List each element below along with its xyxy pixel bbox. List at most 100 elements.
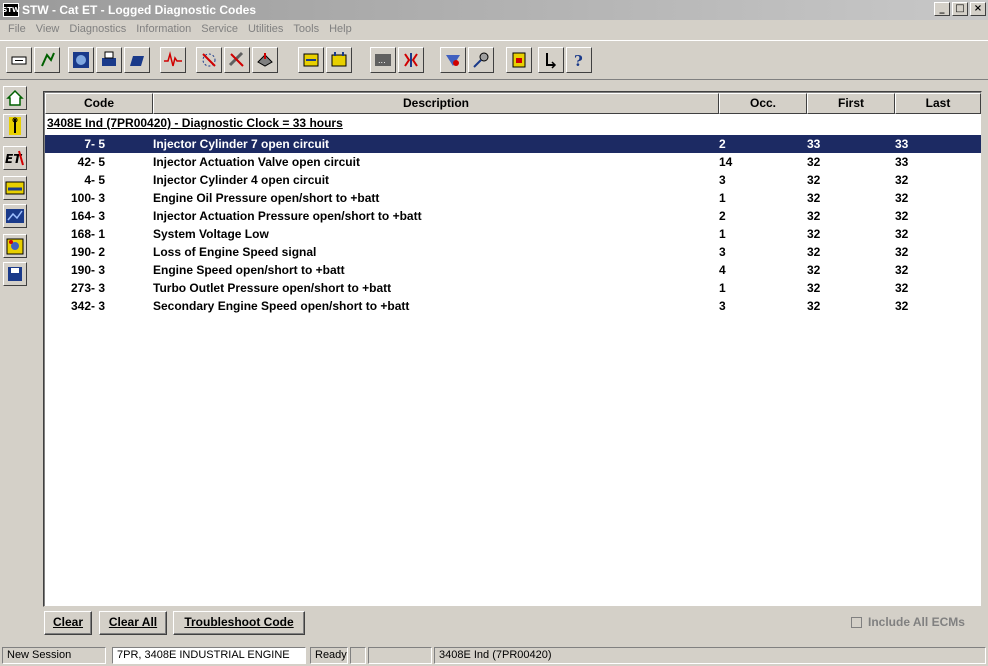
- diagnostic-icon[interactable]: [252, 47, 278, 73]
- title-bar: STW STW - Cat ET - Logged Diagnostic Cod…: [0, 0, 988, 20]
- include-all-ecms[interactable]: Include All ECMs: [851, 615, 965, 629]
- printer-icon[interactable]: [96, 47, 122, 73]
- menu-utilities[interactable]: Utilities: [243, 23, 288, 35]
- window-title: STW - Cat ET - Logged Diagnostic Codes: [22, 3, 256, 17]
- last-cell: 32: [895, 281, 909, 295]
- first-cell: 32: [807, 245, 821, 259]
- ecm-summary-icon[interactable]: [68, 47, 94, 73]
- menu-diagnostics[interactable]: Diagnostics: [64, 23, 131, 35]
- status-session: New Session: [2, 647, 106, 664]
- table-row[interactable]: 190- 2 Loss of Engine Speed signal 3 32 …: [45, 243, 981, 261]
- description-cell: Secondary Engine Speed open/short to +ba…: [153, 299, 410, 313]
- table-row[interactable]: 4- 5 Injector Cylinder 4 open circuit 3 …: [45, 171, 981, 189]
- table-row[interactable]: 7- 5 Injector Cylinder 7 open circuit 2 …: [45, 135, 981, 153]
- code-cell: 164- 3: [70, 209, 105, 223]
- table-row[interactable]: 342- 3 Secondary Engine Speed open/short…: [45, 297, 981, 315]
- home-icon[interactable]: [3, 86, 27, 110]
- connect-icon[interactable]: [34, 47, 60, 73]
- table-row[interactable]: 164- 3 Injector Actuation Pressure open/…: [45, 207, 981, 225]
- first-cell: 32: [807, 263, 821, 277]
- report-icon[interactable]: [506, 47, 532, 73]
- occ-cell: 4: [719, 263, 726, 277]
- description-cell: Turbo Outlet Pressure open/short to +bat…: [153, 281, 392, 295]
- clear-button[interactable]: Clear: [44, 611, 92, 635]
- graph-icon[interactable]: [3, 204, 27, 228]
- menu-information[interactable]: Information: [131, 23, 196, 35]
- code-cell: 273- 3: [70, 281, 105, 295]
- column-header-code[interactable]: Code: [45, 93, 153, 114]
- menu-tools[interactable]: Tools: [288, 23, 324, 35]
- status-indicator: [350, 647, 366, 664]
- close-button[interactable]: ×: [970, 2, 986, 16]
- status-icon[interactable]: [3, 176, 27, 200]
- print-icon[interactable]: [124, 47, 150, 73]
- column-header-last[interactable]: Last: [895, 93, 981, 114]
- flash-icon[interactable]: [398, 47, 424, 73]
- config-icon[interactable]: [298, 47, 324, 73]
- last-cell: 32: [895, 173, 909, 187]
- toolbar: ... ?: [0, 40, 988, 80]
- include-all-ecms-label: Include All ECMs: [868, 615, 965, 629]
- code-cell: 168- 1: [70, 227, 105, 241]
- description-cell: Loss of Engine Speed signal: [153, 245, 317, 259]
- exit-icon[interactable]: [538, 47, 564, 73]
- last-cell: 33: [895, 155, 909, 169]
- occ-cell: 14: [719, 155, 733, 169]
- calibration-icon[interactable]: ...: [370, 47, 396, 73]
- occ-cell: 2: [719, 137, 726, 151]
- status-ecm: 3408E Ind (7PR00420): [434, 647, 986, 664]
- clear-codes-icon[interactable]: [196, 47, 222, 73]
- help-icon[interactable]: ?: [566, 47, 592, 73]
- table-row[interactable]: 42- 5 Injector Actuation Valve open circ…: [45, 153, 981, 171]
- menu-file[interactable]: File: [3, 23, 31, 35]
- last-cell: 32: [895, 209, 909, 223]
- first-cell: 32: [807, 191, 821, 205]
- column-header-first[interactable]: First: [807, 93, 895, 114]
- first-cell: 32: [807, 209, 821, 223]
- tests-icon[interactable]: [326, 47, 352, 73]
- code-cell: 42- 5: [77, 155, 105, 169]
- menu-help[interactable]: Help: [324, 23, 357, 35]
- include-all-ecms-checkbox[interactable]: [851, 616, 862, 628]
- last-cell: 32: [895, 299, 909, 313]
- occ-cell: 3: [719, 173, 726, 187]
- svg-text:...: ...: [378, 56, 386, 65]
- ecm-group-label: 3408E Ind (7PR00420) - Diagnostic Clock …: [47, 116, 343, 130]
- column-header-description[interactable]: Description: [153, 93, 719, 114]
- table-row[interactable]: 273- 3 Turbo Outlet Pressure open/short …: [45, 279, 981, 297]
- status-state: Ready: [310, 647, 348, 664]
- status-engine: 7PR, 3408E INDUSTRIAL ENGINE: [112, 647, 306, 664]
- table-row[interactable]: 168- 1 System Voltage Low 1 32 32: [45, 225, 981, 243]
- last-cell: 33: [895, 137, 909, 151]
- app-icon: STW: [2, 3, 20, 17]
- description-cell: Injector Cylinder 4 open circuit: [153, 173, 330, 187]
- status-graph-icon[interactable]: [160, 47, 186, 73]
- minimize-button[interactable]: _: [934, 2, 950, 16]
- et-icon[interactable]: ET: [3, 146, 27, 170]
- description-cell: Engine Speed open/short to +batt: [153, 263, 345, 277]
- occ-cell: 1: [719, 191, 726, 205]
- description-cell: Engine Oil Pressure open/short to +batt: [153, 191, 380, 205]
- save-icon[interactable]: [3, 262, 27, 286]
- table-row[interactable]: 190- 3 Engine Speed open/short to +batt …: [45, 261, 981, 279]
- first-cell: 32: [807, 227, 821, 241]
- occ-cell: 2: [719, 209, 726, 223]
- minimize-window-icon[interactable]: [6, 47, 32, 73]
- column-header-occ[interactable]: Occ.: [719, 93, 807, 114]
- troubleshoot-code-button[interactable]: Troubleshoot Code: [173, 611, 305, 635]
- occ-cell: 3: [719, 245, 726, 259]
- occ-cell: 1: [719, 281, 726, 295]
- settings-icon[interactable]: [468, 47, 494, 73]
- code-cell: 190- 3: [70, 263, 105, 277]
- menu-service[interactable]: Service: [196, 23, 243, 35]
- wrench-icon[interactable]: [3, 114, 27, 138]
- clear-all-button[interactable]: Clear All: [99, 611, 167, 635]
- table-row[interactable]: 100- 3 Engine Oil Pressure open/short to…: [45, 189, 981, 207]
- tools-icon[interactable]: [224, 47, 250, 73]
- maximize-button[interactable]: □: [952, 2, 968, 16]
- menu-view[interactable]: View: [31, 23, 65, 35]
- status-bar: New Session 7PR, 3408E INDUSTRIAL ENGINE…: [0, 645, 988, 666]
- gear-person-icon[interactable]: [3, 234, 27, 258]
- scale-icon[interactable]: [440, 47, 466, 73]
- diagnostic-codes-table[interactable]: Code Description Occ. First Last 3408E I…: [43, 91, 982, 607]
